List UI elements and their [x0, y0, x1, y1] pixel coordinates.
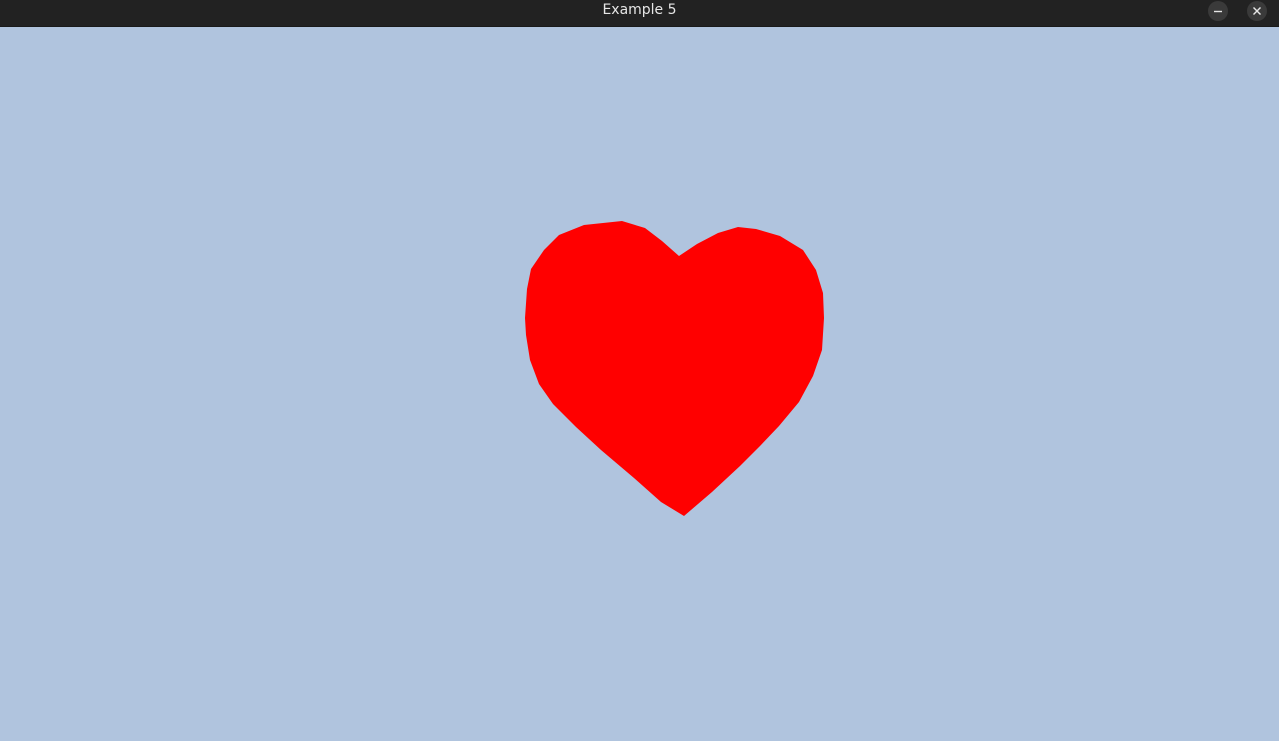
- minimize-button[interactable]: [1208, 1, 1228, 21]
- minimize-icon: [1214, 10, 1222, 13]
- close-icon: [1253, 7, 1261, 15]
- heart-shape: [525, 221, 824, 516]
- close-button[interactable]: [1247, 1, 1267, 21]
- title-bar[interactable]: Example 5: [0, 0, 1279, 27]
- render-canvas[interactable]: [0, 27, 1279, 741]
- window-title: Example 5: [602, 2, 677, 18]
- application-window: Example 5: [0, 0, 1279, 741]
